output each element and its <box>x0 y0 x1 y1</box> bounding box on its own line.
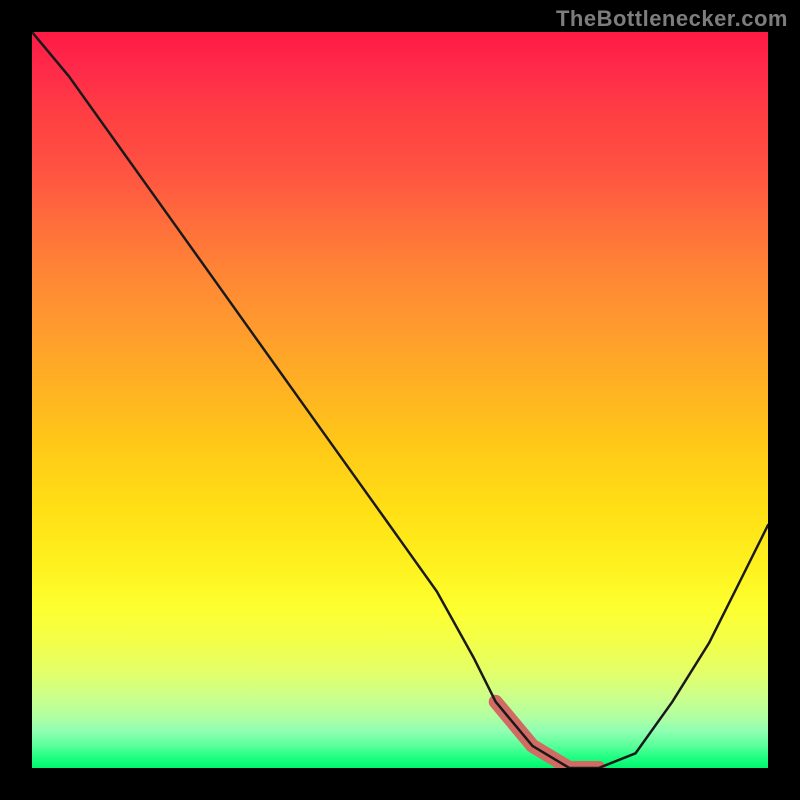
bottleneck-curve <box>32 32 768 768</box>
chart-svg <box>32 32 768 768</box>
optimal-range-highlight <box>496 702 599 768</box>
plot-area <box>32 32 768 768</box>
chart-container: TheBottlenecker.com <box>0 0 800 800</box>
attribution-label: TheBottlenecker.com <box>556 6 788 32</box>
